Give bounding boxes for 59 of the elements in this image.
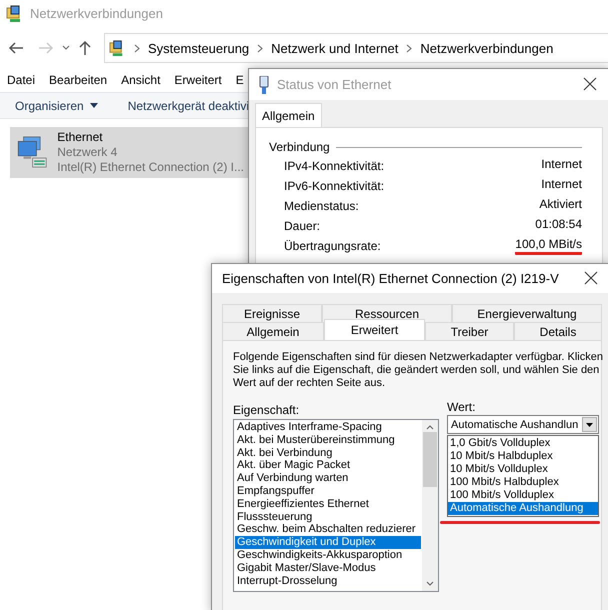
dialog-title: Status von Ethernet bbox=[277, 77, 392, 92]
field-value: 100,0 MBit/s bbox=[515, 237, 582, 255]
field-label: Übertragungsrate: bbox=[284, 239, 381, 253]
field-label: Medienstatus: bbox=[284, 199, 359, 213]
menu-item[interactable]: Datei bbox=[7, 73, 36, 87]
list-item[interactable]: Akt. über Magic Packet bbox=[235, 459, 421, 472]
breadcrumb-item[interactable]: Netzwerkverbindungen bbox=[420, 40, 554, 56]
menu-item[interactable]: E bbox=[236, 73, 244, 87]
connection-name: Ethernet bbox=[57, 130, 104, 145]
field-value: 01:08:54 bbox=[535, 217, 582, 233]
tab[interactable]: Details bbox=[514, 322, 602, 340]
window-title: Netzwerkverbindungen bbox=[30, 6, 163, 21]
field-label: IPv6-Konnektivität: bbox=[284, 179, 384, 193]
dialog-title: Eigenschaften von Intel(R) Ethernet Connection (2) I219-V bbox=[222, 271, 560, 286]
toolbar-button[interactable]: Organisieren bbox=[15, 98, 98, 112]
dropdown-option[interactable]: 100 Mbit/s Vollduplex bbox=[448, 489, 598, 502]
list-item[interactable]: Geschwindigkeits-Akkusparoption bbox=[235, 548, 421, 562]
list-item[interactable]: Akt. bei Verbindung bbox=[235, 446, 421, 460]
tab[interactable]: Allgemein bbox=[222, 322, 324, 340]
list-item[interactable]: Energieeffizientes Ethernet bbox=[235, 498, 421, 511]
breadcrumb-item[interactable]: Systemsteuerung bbox=[148, 40, 250, 56]
field-value: Internet bbox=[541, 157, 582, 173]
tab[interactable]: Ereignisse bbox=[222, 304, 322, 322]
network-connection-item[interactable]: Ethernet Netzwerk 4 Intel(R) Ethernet Connection (2) I... bbox=[10, 127, 250, 178]
menu-item[interactable]: Ansicht bbox=[121, 73, 160, 87]
field-value: Internet bbox=[541, 177, 582, 193]
value-dropdown[interactable]: Automatische Aushandlun bbox=[447, 415, 599, 434]
list-item[interactable]: Interrupt-Drosselung bbox=[235, 574, 421, 588]
group-title: Verbindung bbox=[269, 140, 330, 154]
list-item[interactable]: Gigabit Master/Slave-Modus bbox=[235, 562, 421, 575]
dropdown-option[interactable]: 10 Mbit/s Halbduplex bbox=[448, 450, 598, 463]
menu-item[interactable]: Erweitert bbox=[174, 73, 222, 87]
tab[interactable]: Treiber bbox=[425, 322, 514, 340]
value-label: Wert: bbox=[447, 400, 476, 414]
adapter-name: Intel(R) Ethernet Connection (2) I... bbox=[57, 160, 244, 175]
list-item[interactable]: Auf Verbindung warten bbox=[235, 472, 421, 485]
description-text: Folgende Eigenschaften sind für diesen Netzwerkadapter verfügbar. Klicken Sie links auf die Eigenschaft, die geändert werden soll, und wählen Sie den Wert auf der rechten Seite aus. bbox=[233, 351, 604, 390]
list-item[interactable]: Geschwindigkeit und Duplex bbox=[235, 536, 421, 549]
tab[interactable]: Allgemein bbox=[255, 103, 322, 127]
list-item[interactable]: Geschw. beim Abschalten reduzierer bbox=[235, 523, 421, 536]
breadcrumb-item[interactable]: Netzwerk und Internet bbox=[271, 40, 398, 56]
list-item[interactable]: Akt. bei Musterübereinstimmung bbox=[235, 434, 421, 447]
dropdown-option[interactable]: 100 Mbit/s Halbduplex bbox=[448, 476, 598, 489]
dropdown-option[interactable]: 10 Mbit/s Vollduplex bbox=[448, 463, 598, 476]
field-label: Dauer: bbox=[284, 219, 320, 233]
field-value: Aktiviert bbox=[539, 197, 582, 213]
field-label: IPv4-Konnektivität: bbox=[284, 159, 384, 173]
tab[interactable]: Erweitert bbox=[324, 319, 425, 340]
network-name: Netzwerk 4 bbox=[57, 145, 118, 160]
dropdown-option[interactable]: 1,0 Gbit/s Vollduplex bbox=[448, 437, 598, 450]
tab[interactable]: Energieverwaltung bbox=[452, 304, 602, 322]
menu-item[interactable]: Bearbeiten bbox=[49, 73, 108, 87]
address-bar[interactable]: Systemsteuerung Netzwerk und Internet Netzwerkverbindungen bbox=[104, 33, 608, 63]
list-item[interactable]: Empfangspuffer bbox=[235, 484, 421, 498]
list-item[interactable]: Flusssteuerung bbox=[235, 510, 421, 524]
dropdown-option[interactable]: Automatische Aushandlung bbox=[448, 502, 598, 515]
toolbar-button[interactable]: Netzwerkgerät deaktivi bbox=[128, 98, 250, 112]
property-label: Eigenschaft: bbox=[233, 403, 300, 417]
list-item[interactable]: Adaptives Interframe-Spacing bbox=[235, 421, 421, 434]
